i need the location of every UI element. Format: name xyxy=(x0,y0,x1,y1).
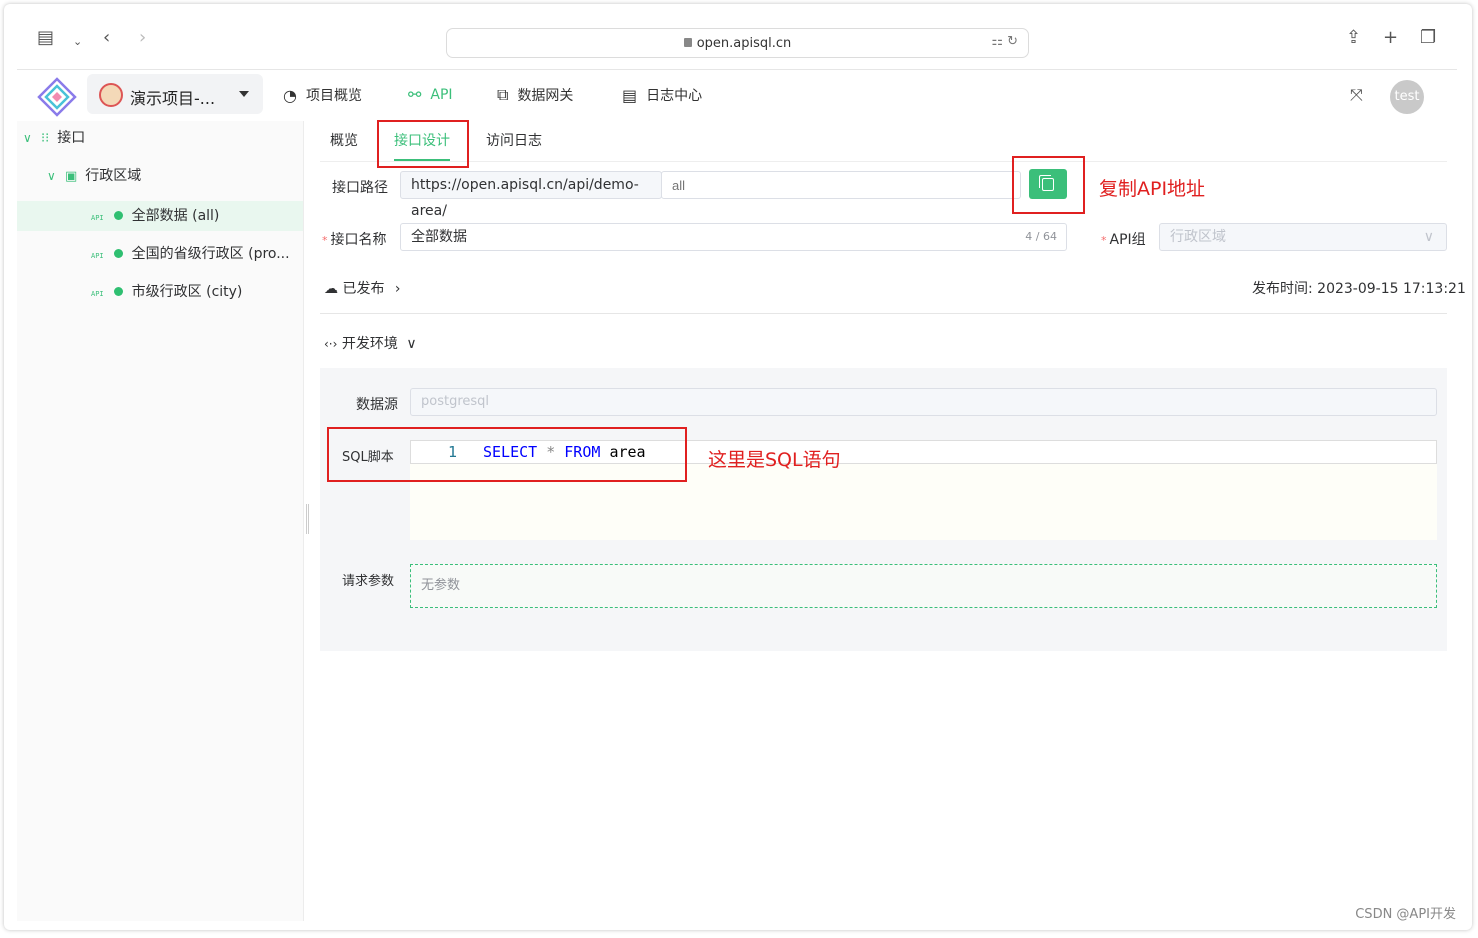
publish-status-label: 已发布 xyxy=(342,281,385,297)
params-label: 请求参数 xyxy=(342,574,395,589)
name-input[interactable]: 全部数据 4 / 64 xyxy=(400,223,1067,251)
path-label: 接口路径 xyxy=(332,180,388,196)
sidebar-toggle-icon[interactable]: ▤ xyxy=(37,28,54,48)
tabs-overview-icon[interactable]: ❐ xyxy=(1420,28,1436,48)
forward-icon[interactable]: › xyxy=(139,28,146,48)
chevron-down-icon: ∨ xyxy=(1423,229,1434,245)
env-selector[interactable]: ‹·› 开发环境 ∨ xyxy=(324,333,417,353)
chevron-down-icon: ∨ xyxy=(406,336,417,352)
divider xyxy=(320,313,1447,314)
nav-gateway[interactable]: ⧉ 数据网关 xyxy=(497,85,573,105)
browser-window: ▤ ⌄ ‹ › open.apisql.cn ⚏ ↻ ⇪ + ❐ 演示项目-..… xyxy=(4,4,1472,930)
project-selector[interactable]: 演示项目-... xyxy=(87,74,263,114)
tree-item-all[interactable]: API 全部数据 (all) xyxy=(17,201,303,231)
api-tag: API xyxy=(91,214,104,222)
app-header: 演示项目-... ◔ 项目概览 ⚯ API ⧉ 数据网关 ▤ 日志中心 ⤧ te… xyxy=(17,71,1457,121)
tree-group[interactable]: ∨ ▣ 行政区域 xyxy=(47,161,141,191)
chevron-down-icon[interactable]: ⌄ xyxy=(73,32,82,52)
params-box[interactable]: 无参数 xyxy=(410,564,1437,608)
code-icon: ‹·› xyxy=(324,337,338,351)
folder-icon: ⁝⁝ xyxy=(41,131,50,146)
highlight-box-sql xyxy=(327,427,687,482)
nav-logs[interactable]: ▤ 日志中心 xyxy=(622,85,702,105)
tree-item-label: 全国的省级行政区 (pro... xyxy=(131,246,290,262)
dashboard-icon: ◔ xyxy=(283,85,297,105)
fullscreen-icon[interactable]: ⤧ xyxy=(1350,85,1363,105)
status-dot xyxy=(113,287,123,296)
api-tree-sidebar: ∨ ⁝⁝ 接口 ∨ ▣ 行政区域 API 全部数据 (all) API 全国的省级行政区 (… xyxy=(17,121,304,921)
lock-icon xyxy=(683,38,692,47)
watermark: CSDN @API开发 xyxy=(1355,907,1456,922)
tree-item-province[interactable]: API 全国的省级行政区 (pro... xyxy=(17,239,303,269)
group-label: * API组 xyxy=(1101,232,1146,248)
project-name: 演示项目-... xyxy=(130,89,216,108)
status-dot xyxy=(113,249,123,258)
datasource-label: 数据源 xyxy=(356,397,398,413)
tree-item-city[interactable]: API 市级行政区 (city) xyxy=(17,277,303,307)
link-icon: ⚯ xyxy=(408,85,422,104)
group-icon: ▣ xyxy=(65,169,78,184)
nav-logs-label: 日志中心 xyxy=(646,88,703,104)
api-tag: API xyxy=(91,252,104,260)
group-placeholder: 行政区域 xyxy=(1170,229,1226,245)
log-icon: ▤ xyxy=(622,85,638,105)
path-prefix: https://open.apisql.cn/api/demo-area/ xyxy=(400,171,662,219)
char-counter: 4 / 64 xyxy=(1025,230,1057,243)
tree-root-label: 接口 xyxy=(57,130,86,146)
chevron-down-icon[interactable]: ∨ xyxy=(47,161,65,191)
project-avatar xyxy=(99,83,123,107)
api-tag: API xyxy=(91,290,104,298)
datasource-select[interactable]: postgresql xyxy=(410,388,1437,416)
name-value: 全部数据 xyxy=(411,229,467,245)
user-avatar[interactable]: test xyxy=(1390,80,1424,114)
env-label: 开发环境 xyxy=(341,336,398,352)
name-label: * 接口名称 xyxy=(322,232,387,248)
tab-overview[interactable]: 概览 xyxy=(330,130,358,150)
tree-root[interactable]: ∨ ⁝⁝ 接口 xyxy=(23,123,85,153)
publish-time: 发布时间: 2023-09-15 17:13:21 xyxy=(1252,281,1466,297)
tree-item-label: 市级行政区 (city) xyxy=(131,284,243,300)
nav-api-label: API xyxy=(430,86,453,103)
nav-overview[interactable]: ◔ 项目概览 xyxy=(283,85,362,105)
group-select[interactable]: 行政区域 ∨ xyxy=(1159,223,1447,251)
publish-status[interactable]: ☁ 已发布 › xyxy=(324,278,401,298)
translate-reload-icon[interactable]: ⚏ ↻ xyxy=(991,34,1018,49)
path-suffix-input[interactable] xyxy=(661,171,1021,199)
back-icon[interactable]: ‹ xyxy=(103,28,110,48)
annotation-sql: 这里是SQL语句 xyxy=(708,449,841,471)
chevron-down-icon[interactable]: ∨ xyxy=(23,123,41,153)
chevron-right-icon: › xyxy=(394,281,401,297)
new-tab-icon[interactable]: + xyxy=(1383,28,1398,48)
cloud-icon: ☁ xyxy=(324,281,338,297)
status-dot xyxy=(113,211,123,220)
nav-overview-label: 项目概览 xyxy=(305,88,362,104)
tab-access-log[interactable]: 访问日志 xyxy=(486,130,542,150)
address-bar[interactable]: open.apisql.cn ⚏ ↻ xyxy=(446,28,1029,58)
highlight-box-copy xyxy=(1012,156,1085,214)
browser-toolbar: ▤ ⌄ ‹ › open.apisql.cn ⚏ ↻ ⇪ + ❐ xyxy=(17,18,1457,70)
resize-handle[interactable] xyxy=(306,504,309,534)
tree-item-label: 全部数据 (all) xyxy=(131,208,220,224)
nav-gateway-label: 数据网关 xyxy=(517,88,574,104)
tab-divider xyxy=(320,161,1447,162)
caret-down-icon xyxy=(239,91,249,97)
nav-api[interactable]: ⚯ API xyxy=(408,85,453,104)
annotation-copy: 复制API地址 xyxy=(1099,178,1206,200)
tree-group-label: 行政区域 xyxy=(85,168,142,184)
highlight-box-tab xyxy=(377,120,469,168)
share-icon[interactable]: ⇪ xyxy=(1346,28,1361,48)
url-text: open.apisql.cn xyxy=(696,36,792,51)
app-logo-icon[interactable] xyxy=(37,77,77,117)
gateway-icon: ⧉ xyxy=(497,85,509,104)
